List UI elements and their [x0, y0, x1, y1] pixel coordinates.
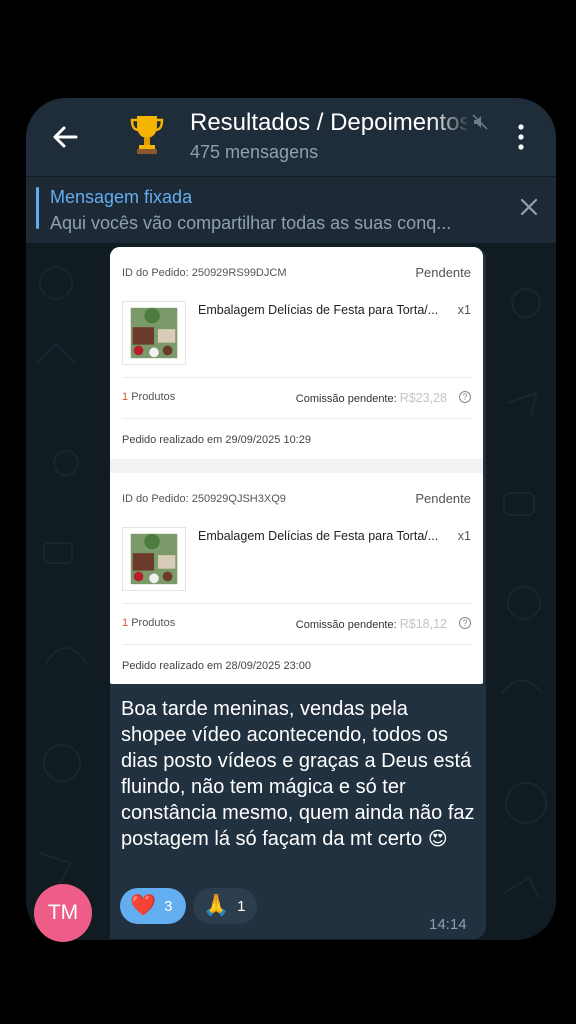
product-image [122, 301, 186, 365]
avatar[interactable]: TM [34, 884, 92, 942]
product-name: Embalagem Delícias de Festa para Torta/.… [198, 529, 439, 543]
back-arrow-icon[interactable] [50, 122, 80, 152]
product-quantity: x1 [457, 529, 471, 543]
reaction-count: 3 [164, 897, 173, 915]
product-image [122, 527, 186, 591]
order-date: Pedido realizado em 28/09/2025 23:00 [122, 660, 311, 672]
muted-icon [472, 114, 488, 130]
heart-icon: ❤️ [130, 894, 157, 917]
pinned-text: Aqui vocês vão compartilhar todas as sua… [50, 213, 452, 233]
info-icon: ? [459, 391, 471, 403]
info-icon: ? [459, 617, 471, 629]
close-icon[interactable] [520, 198, 538, 216]
order-card: ID do Pedido: 250929RS99DJCM Pendente Em… [110, 247, 483, 457]
order-id: ID do Pedido: 250929QJSH3XQ9 [122, 493, 286, 505]
order-date: Pedido realizado em 29/09/2025 10:29 [122, 434, 311, 446]
pinned-indicator [36, 187, 39, 229]
reaction-count: 1 [237, 897, 246, 915]
pray-icon: 🙏 [203, 894, 230, 917]
order-status: Pendente [415, 265, 471, 280]
order-status: Pendente [415, 491, 471, 506]
more-options-icon[interactable] [516, 122, 526, 152]
reaction-heart[interactable]: ❤️ 3 [120, 888, 186, 924]
divider [122, 603, 472, 604]
message-text: Boa tarde meninas, vendas pela shopee ví… [121, 698, 475, 850]
divider [122, 418, 472, 419]
pending-commission: Comissão pendente: R$18,12 [295, 617, 447, 631]
divider [110, 459, 483, 473]
divider [122, 644, 472, 645]
order-id: ID do Pedido: 250929RS99DJCM [122, 267, 287, 279]
product-quantity: x1 [457, 303, 471, 317]
commission-value: R$23,28 [399, 391, 447, 405]
product-name: Embalagem Delícias de Festa para Torta/.… [198, 303, 439, 317]
pending-commission: Comissão pendente: R$23,28 [295, 391, 447, 405]
product-count: 1 Produtos [122, 617, 176, 629]
product-count: 1 Produtos [122, 391, 176, 403]
reaction-pray[interactable]: 🙏 1 [193, 888, 257, 924]
chat-header: Resultados / Depoimentos 475 mensagens [26, 98, 556, 176]
commission-value: R$18,12 [399, 617, 447, 631]
message-time: 14:14 [429, 916, 467, 933]
phone-screen: Resultados / Depoimentos 475 mensagens M… [26, 98, 556, 940]
trophy-icon[interactable] [130, 112, 164, 156]
divider [122, 377, 472, 378]
member-count: 475 mensagens [190, 142, 319, 162]
pinned-message-bar[interactable]: Mensagem fixada Aqui vocês vão compartil… [26, 176, 556, 243]
shopee-orders-screenshot[interactable]: ID do Pedido: 250929RS99DJCM Pendente Em… [110, 247, 483, 684]
heart-eyes-emoji: 😍 [427, 829, 448, 850]
order-card: ID do Pedido: 250929QJSH3XQ9 Pendente Em… [110, 473, 483, 683]
pinned-label: Mensagem fixada [50, 187, 193, 207]
chat-title[interactable]: Resultados / Depoimentos [190, 109, 467, 137]
